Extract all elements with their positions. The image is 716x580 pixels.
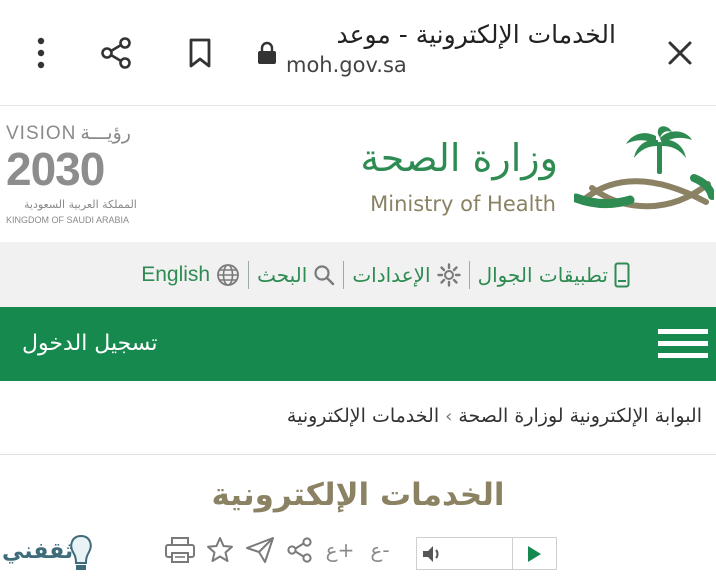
play-icon[interactable]: [525, 545, 543, 563]
gear-icon: [436, 262, 461, 287]
bookmark-icon[interactable]: [183, 0, 217, 106]
vision-kingdom-en: KINGDOM OF SAUDI ARABIA: [6, 215, 130, 225]
search-icon: [314, 264, 335, 285]
star-icon: [207, 537, 233, 562]
browser-toolbar: الخدمات الإلكترونية - موعد moh.gov.sa: [0, 0, 716, 106]
vision-2030-logo[interactable]: VISION رؤيـــة 2030 المملكة العربية السعو…: [6, 120, 156, 230]
palm-swords-emblem: [574, 126, 714, 210]
breadcrumb-item-portal[interactable]: البوابة الإلكترونية لوزارة الصحة: [458, 405, 702, 427]
page-heading: الخدمات الإلكترونية: [211, 477, 505, 513]
main-content: البوابة الإلكترونية لوزارة الصحة › الخدم…: [0, 381, 716, 580]
language-link[interactable]: English: [141, 263, 240, 287]
close-icon[interactable]: [662, 0, 698, 106]
favorite-button[interactable]: [200, 533, 240, 567]
page-url: moh.gov.sa: [286, 53, 407, 77]
mobile-apps-link[interactable]: تطبيقات الجوال: [478, 262, 630, 288]
print-icon: [165, 537, 195, 563]
more-options-icon[interactable]: [26, 0, 56, 106]
search-label: البحث: [257, 262, 308, 287]
ministry-name-en: Ministry of Health: [370, 192, 556, 216]
page-title: الخدمات الإلكترونية - موعد: [336, 20, 616, 49]
globe-icon: [217, 263, 239, 286]
breadcrumb-item-eservices: الخدمات الإلكترونية: [286, 405, 440, 427]
main-header-bar: تسجيل الدخول: [0, 307, 716, 381]
audio-player: [416, 537, 557, 570]
print-button[interactable]: [160, 533, 200, 567]
nav-divider: [248, 260, 250, 289]
breadcrumb-separator: ›: [445, 405, 453, 427]
share-icon: [287, 537, 312, 563]
vision-year: 2030: [6, 143, 105, 195]
audio-progress-track[interactable]: [447, 538, 513, 569]
send-button[interactable]: [240, 533, 280, 567]
language-label: English: [141, 262, 211, 286]
utility-nav: تطبيقات الجوال الإعدادات البحث English: [0, 242, 716, 307]
ministry-logo[interactable]: وزارة الصحة Ministry of Health: [360, 126, 716, 226]
search-link[interactable]: البحث: [257, 263, 335, 287]
page-title-block[interactable]: الخدمات الإلكترونية - موعد moh.gov.sa: [286, 20, 616, 77]
breadcrumb: البوابة الإلكترونية لوزارة الصحة › الخدم…: [287, 401, 702, 431]
page-tools: ع+ ع-: [160, 533, 400, 567]
paper-plane-icon: [246, 537, 274, 563]
mobile-icon: [614, 262, 630, 287]
font-decrease-button[interactable]: ع-: [360, 533, 400, 567]
hamburger-menu-icon[interactable]: [658, 327, 708, 361]
login-button[interactable]: تسجيل الدخول: [22, 307, 158, 381]
volume-icon[interactable]: [420, 542, 444, 566]
share-icon[interactable]: [96, 0, 136, 106]
site-watermark: ثقفني: [2, 533, 97, 577]
lock-icon[interactable]: [252, 0, 282, 106]
settings-link[interactable]: الإعدادات: [352, 262, 461, 287]
divider: [0, 454, 716, 455]
mobile-apps-label: تطبيقات الجوال: [477, 262, 608, 287]
nav-divider: [468, 260, 470, 289]
nav-divider: [343, 260, 345, 289]
watermark-text: ثقفني: [2, 539, 74, 564]
font-increase-button[interactable]: ع+: [320, 533, 360, 567]
vision-kingdom-ar: المملكة العربية السعودية: [24, 198, 137, 211]
logo-strip: VISION رؤيـــة 2030 المملكة العربية السعو…: [0, 106, 716, 242]
ministry-name-ar: وزارة الصحة: [360, 136, 558, 180]
audio-divider: [512, 538, 513, 569]
share-page-button[interactable]: [280, 533, 320, 567]
settings-label: الإعدادات: [352, 262, 431, 287]
